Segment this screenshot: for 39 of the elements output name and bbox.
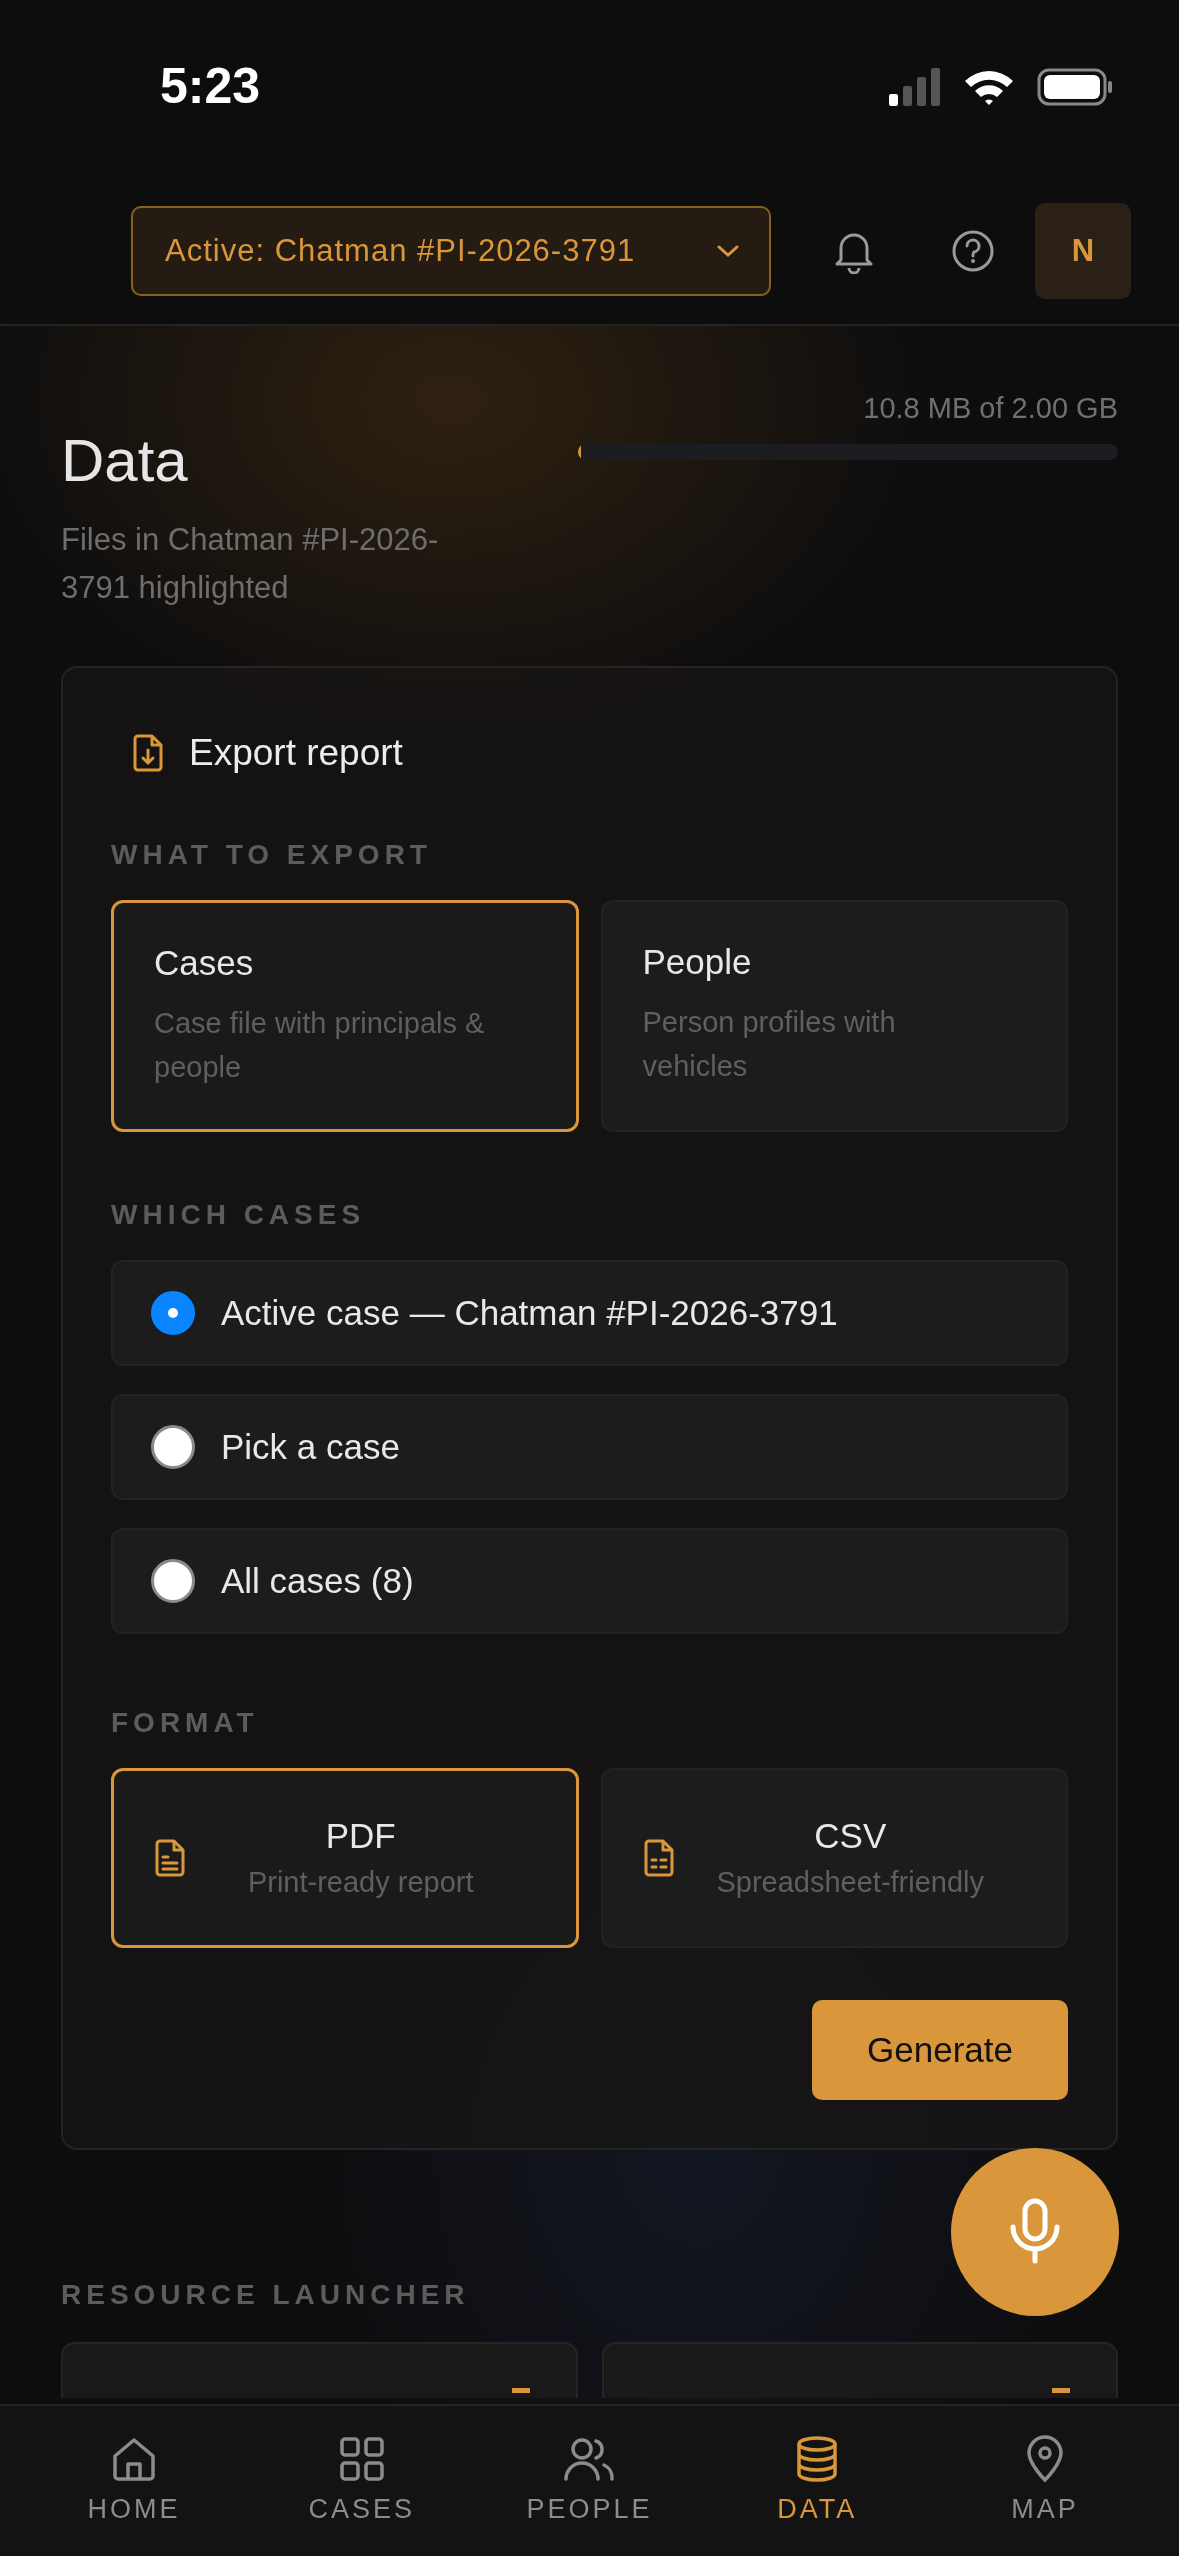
export-type-option[interactable]: People Person profiles with vehicles [600,900,1068,1132]
nav-tab[interactable]: MAP [945,2406,1146,2556]
page-title: Data [61,426,189,496]
export-type-option[interactable]: Cases Case file with principals & people [111,900,579,1132]
chevron-down-icon [715,243,741,259]
nav-tab[interactable]: DATA [717,2406,918,2556]
nav-tab[interactable]: HOME [33,2406,234,2556]
radio-button[interactable] [151,1291,195,1335]
section-heading: WHAT TO EXPORT [111,838,433,872]
wifi-icon [963,68,1015,106]
radio-button[interactable] [151,1425,195,1469]
battery-icon [1037,68,1113,106]
dash-icon [1052,2388,1070,2393]
resource-tile[interactable] [61,2342,578,2398]
dash-icon [511,2388,530,2393]
help-icon[interactable] [951,229,995,273]
storage-reading: 10.8 MB of 2.00 GB [863,391,1118,426]
case-selector[interactable]: Active: Chatman #PI-2026-3791 [131,206,771,296]
avatar-button[interactable]: N [1035,203,1131,299]
resource-tile[interactable] [601,2342,1118,2398]
page-subtitle: Files in Chatman #PI-2026-3791 highlighted [61,521,440,607]
radio-button[interactable] [151,1559,195,1603]
format-option[interactable]: CSV Spreadsheet-friendly [600,1768,1068,1948]
nav-tab[interactable]: PEOPLE [489,2406,690,2556]
format-option[interactable]: PDF Print-ready report [111,1768,579,1948]
status-time: 5:23 [160,58,261,114]
nav-tab[interactable]: CASES [261,2406,462,2556]
section-heading: RESOURCE LAUNCHER [61,2278,471,2312]
section-heading: WHICH CASES [111,1198,367,1232]
case-scope-option[interactable]: All cases (8) [111,1528,1068,1634]
case-scope-option[interactable]: Active case — Chatman #PI-2026-3791 [111,1260,1068,1366]
spreadsheet-icon [642,1838,675,1878]
file-download-icon [131,733,165,773]
signal-icon [889,68,941,106]
document-icon [154,1838,186,1878]
card-title: Export report [189,732,403,774]
case-scope-option[interactable]: Pick a case [111,1394,1068,1500]
generate-button[interactable]: Generate [812,2000,1068,2100]
section-heading: FORMAT [111,1706,260,1740]
